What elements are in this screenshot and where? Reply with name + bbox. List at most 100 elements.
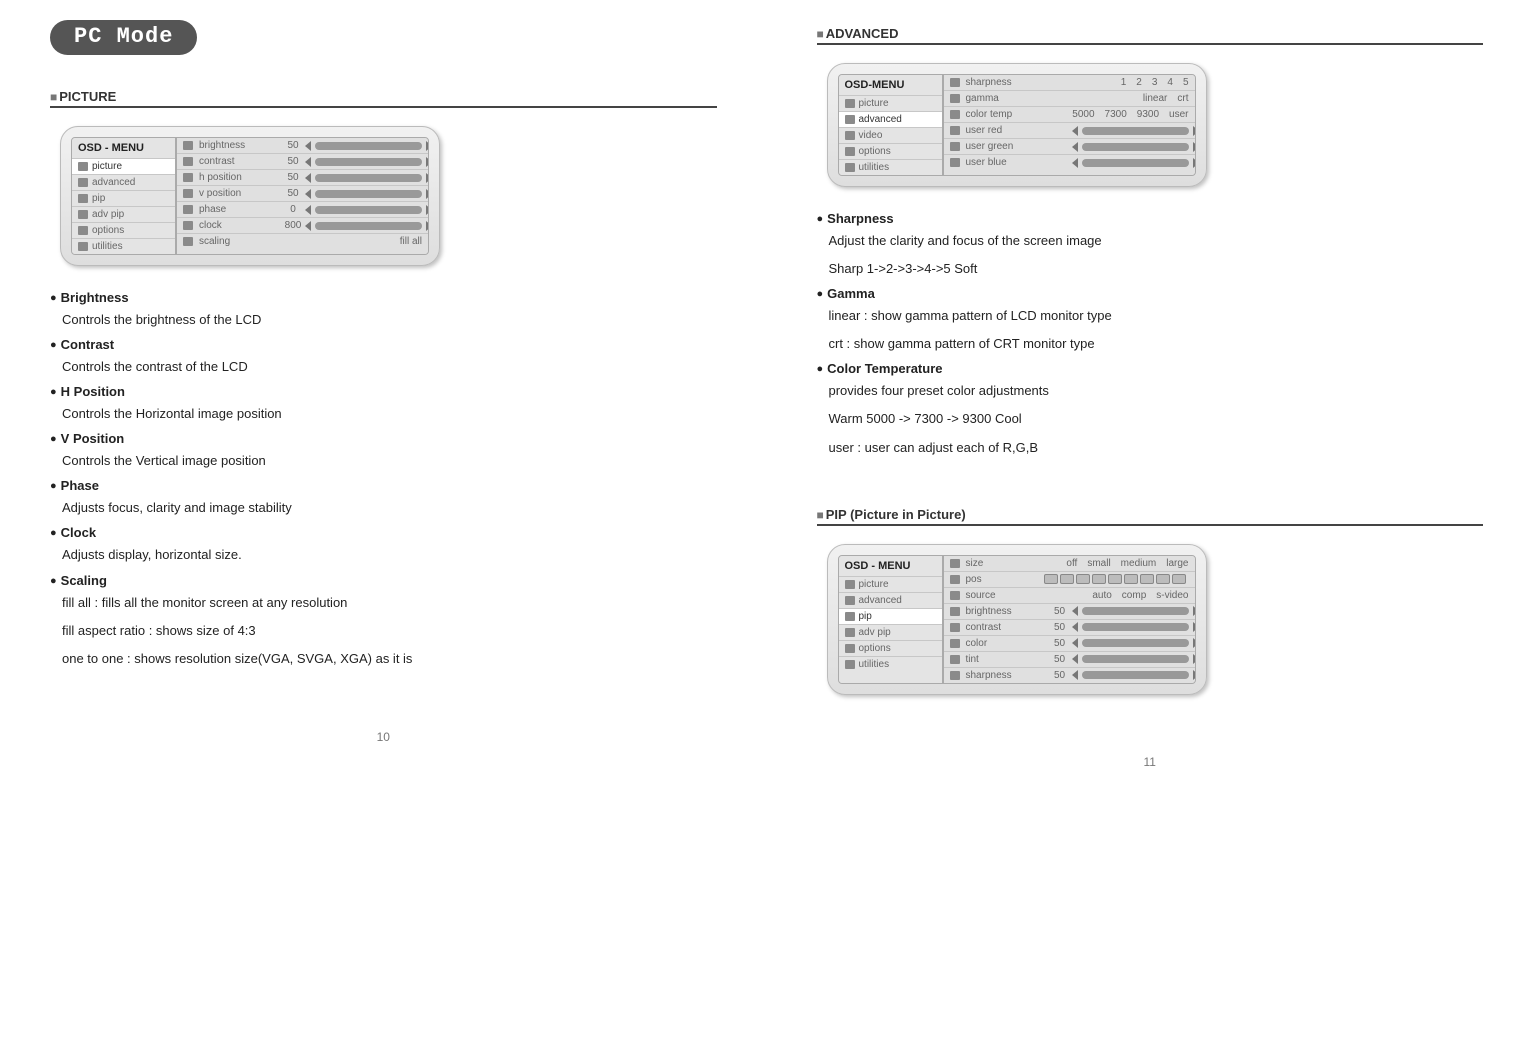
osd-menu-item[interactable]: picture — [72, 158, 175, 174]
slider-bar[interactable] — [1082, 607, 1189, 615]
option[interactable]: 9300 — [1137, 109, 1159, 120]
row-label: clock — [199, 220, 271, 231]
osd-row[interactable]: user blue — [944, 154, 1195, 170]
osd-row[interactable]: phase0 — [177, 201, 428, 217]
option[interactable]: user — [1169, 109, 1188, 120]
position-box[interactable] — [1076, 574, 1090, 584]
osd-menu-item[interactable]: utilities — [839, 159, 942, 175]
position-box[interactable] — [1140, 574, 1154, 584]
osd-menu-item[interactable]: advanced — [72, 174, 175, 190]
osd-row[interactable]: contrast50 — [177, 153, 428, 169]
position-box[interactable] — [1172, 574, 1186, 584]
slider-bar[interactable] — [1082, 671, 1189, 679]
option[interactable]: s-video — [1156, 590, 1188, 601]
osd-menu-item[interactable]: adv pip — [72, 206, 175, 222]
option[interactable]: 5000 — [1072, 109, 1094, 120]
option[interactable]: 2 — [1136, 77, 1142, 88]
option[interactable]: auto — [1092, 590, 1111, 601]
osd-row[interactable]: sourceautocomps-video — [944, 587, 1195, 603]
item-body-line: Controls the Vertical image position — [62, 450, 717, 472]
osd-menu-item[interactable]: adv pip — [839, 624, 942, 640]
slider-bar[interactable] — [1082, 143, 1189, 151]
osd-row[interactable]: brightness50 — [944, 603, 1195, 619]
doc-item: ContrastControls the contrast of the LCD — [50, 337, 717, 378]
option[interactable]: 5 — [1183, 77, 1189, 88]
position-box[interactable] — [1060, 574, 1074, 584]
osd-row[interactable]: brightness50 — [177, 138, 428, 153]
menu-icon — [78, 162, 88, 171]
option[interactable]: 7300 — [1105, 109, 1127, 120]
osd-row[interactable]: contrast50 — [944, 619, 1195, 635]
menu-label: utilities — [859, 659, 890, 670]
slider-bar[interactable] — [315, 222, 422, 230]
row-label: color — [966, 638, 1038, 649]
position-box[interactable] — [1156, 574, 1170, 584]
osd-row[interactable]: clock800 — [177, 217, 428, 233]
osd-row[interactable]: color temp500073009300user — [944, 106, 1195, 122]
position-box[interactable] — [1108, 574, 1122, 584]
menu-label: advanced — [859, 114, 902, 125]
osd-row[interactable]: sharpness50 — [944, 667, 1195, 683]
osd-menu-item[interactable]: advanced — [839, 111, 942, 127]
menu-icon — [78, 242, 88, 251]
menu-label: options — [92, 225, 124, 236]
menu-label: advanced — [92, 177, 135, 188]
slider-bar[interactable] — [315, 142, 422, 150]
osd-row[interactable]: user green — [944, 138, 1195, 154]
option[interactable]: medium — [1121, 558, 1157, 569]
row-icon — [183, 221, 193, 230]
option[interactable]: 4 — [1167, 77, 1173, 88]
option[interactable]: small — [1087, 558, 1110, 569]
osd-menu-item[interactable]: options — [839, 640, 942, 656]
row-text: fill all — [277, 236, 422, 247]
osd-menu-item[interactable]: options — [839, 143, 942, 159]
slider-bar[interactable] — [315, 206, 422, 214]
slider-bar[interactable] — [315, 190, 422, 198]
osd-row[interactable]: h position50 — [177, 169, 428, 185]
option[interactable]: 1 — [1121, 77, 1127, 88]
osd-menu-item[interactable]: pip — [839, 608, 942, 624]
osd-menu-item[interactable]: utilities — [839, 656, 942, 672]
slider-bar[interactable] — [1082, 623, 1189, 631]
osd-row[interactable]: gammalinearcrt — [944, 90, 1195, 106]
osd-menu-item[interactable]: picture — [839, 576, 942, 592]
osd-row[interactable]: sizeoffsmallmediumlarge — [944, 556, 1195, 571]
position-box[interactable] — [1124, 574, 1138, 584]
row-icon — [183, 189, 193, 198]
osd-row[interactable]: tint50 — [944, 651, 1195, 667]
osd-row[interactable]: v position50 — [177, 185, 428, 201]
item-body-line: Adjust the clarity and focus of the scre… — [829, 230, 1484, 252]
option[interactable]: 3 — [1152, 77, 1158, 88]
osd-menu-item[interactable]: advanced — [839, 592, 942, 608]
osd-row[interactable]: scalingfill all — [177, 233, 428, 249]
slider-bar[interactable] — [315, 158, 422, 166]
slider-bar[interactable] — [1082, 127, 1189, 135]
doc-item: ClockAdjusts display, horizontal size. — [50, 525, 717, 566]
slider-bar[interactable] — [315, 174, 422, 182]
section-title-pip: PIP (Picture in Picture) — [817, 507, 1484, 526]
position-box[interactable] — [1092, 574, 1106, 584]
osd-menu-item[interactable]: video — [839, 127, 942, 143]
option[interactable]: comp — [1122, 590, 1146, 601]
option[interactable]: crt — [1177, 93, 1188, 104]
item-body-line: Controls the contrast of the LCD — [62, 356, 717, 378]
osd-menu-item[interactable]: picture — [839, 95, 942, 111]
option[interactable]: large — [1166, 558, 1188, 569]
slider-bar[interactable] — [1082, 159, 1189, 167]
osd-row[interactable]: pos — [944, 571, 1195, 587]
osd-row[interactable]: color50 — [944, 635, 1195, 651]
osd-row[interactable]: sharpness12345 — [944, 75, 1195, 90]
slider-bar[interactable] — [1082, 655, 1189, 663]
option[interactable]: off — [1066, 558, 1077, 569]
item-body-line: Controls the Horizontal image position — [62, 403, 717, 425]
osd-menu-item[interactable]: utilities — [72, 238, 175, 254]
menu-icon — [845, 163, 855, 172]
slider-bar[interactable] — [1082, 639, 1189, 647]
osd-menu-item[interactable]: pip — [72, 190, 175, 206]
doc-item: Color Temperatureprovides four preset co… — [817, 361, 1484, 458]
position-box[interactable] — [1044, 574, 1058, 584]
row-icon — [950, 110, 960, 119]
osd-row[interactable]: user red — [944, 122, 1195, 138]
option[interactable]: linear — [1143, 93, 1167, 104]
osd-menu-item[interactable]: options — [72, 222, 175, 238]
